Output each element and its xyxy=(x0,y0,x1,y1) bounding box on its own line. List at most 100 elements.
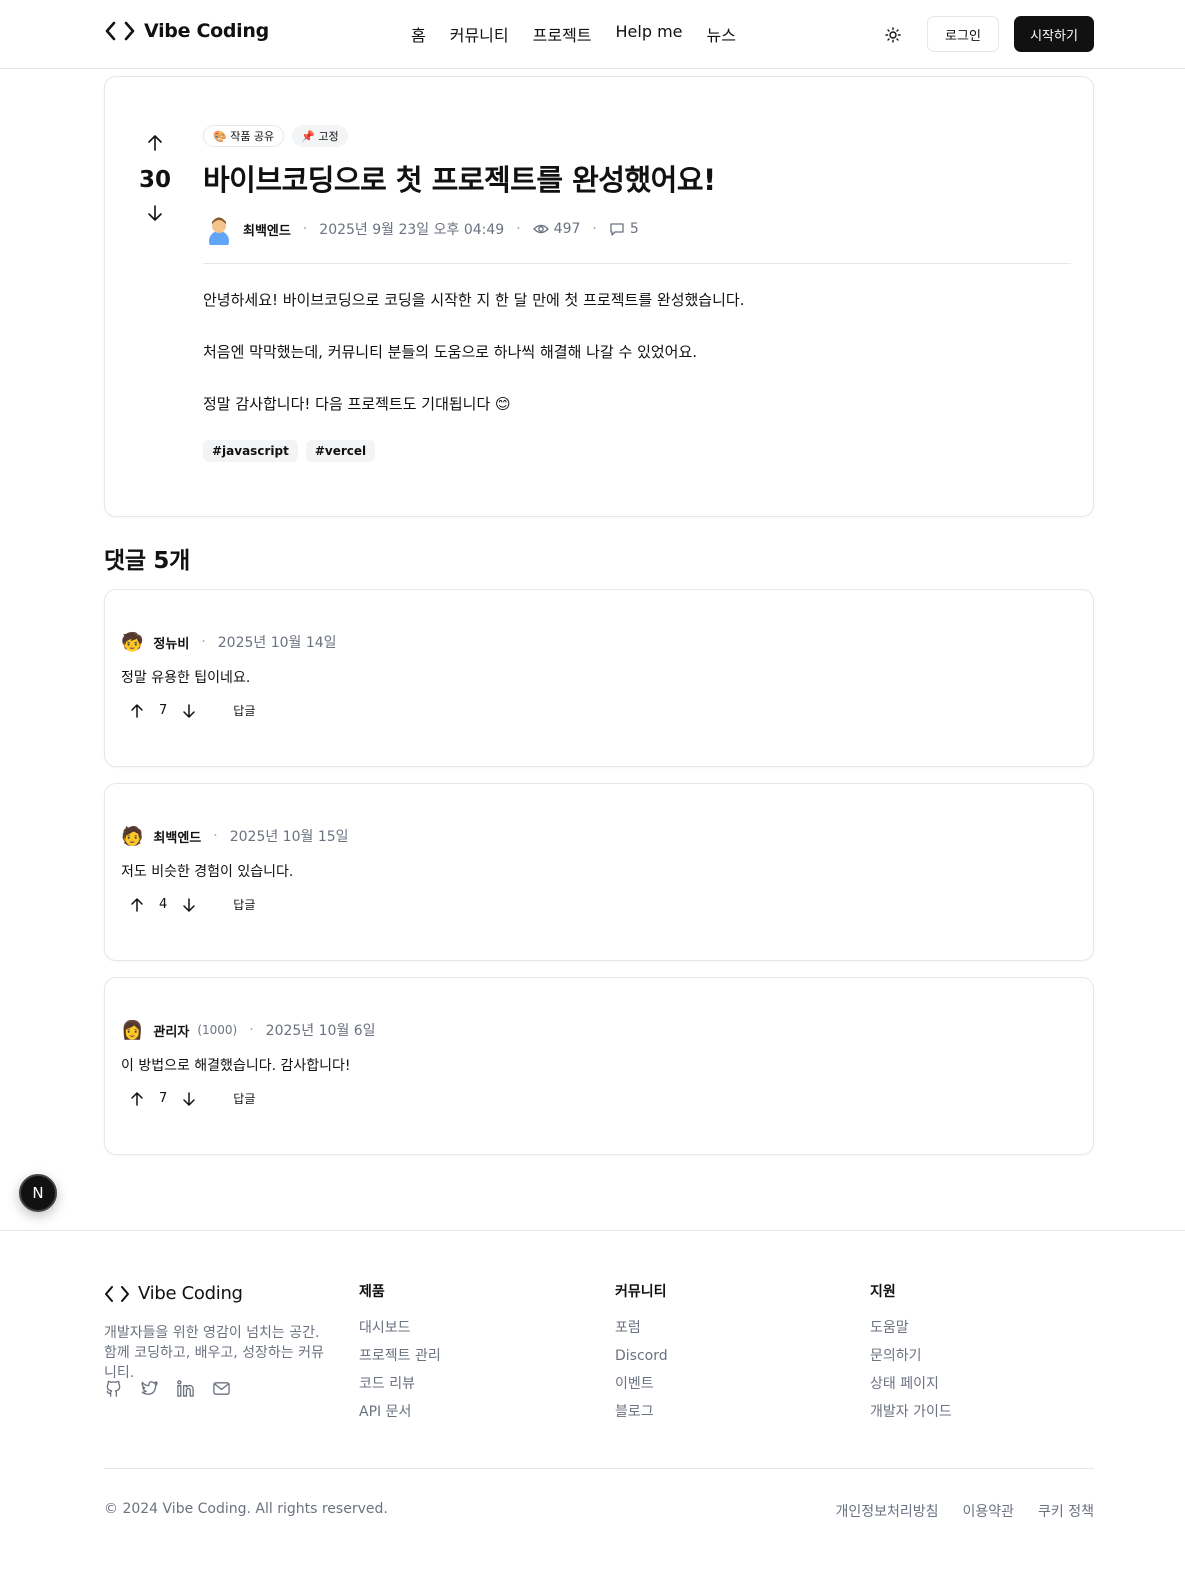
post-comments: 5 xyxy=(609,221,639,237)
comment-card: 👩 관리자 (1000) · 2025년 10월 6일 이 방법으로 해결했습니… xyxy=(104,977,1094,1155)
post-title: 바이브코딩으로 첫 프로젝트를 완성했어요! xyxy=(203,163,716,197)
post-paragraph: 처음엔 막막했는데, 커뮤니티 분들의 도움으로 하나씩 해결해 나갈 수 있었… xyxy=(203,343,698,361)
commenter-name[interactable]: 관리자 xyxy=(153,1021,189,1040)
legal-links: 개인정보처리방침 이용약관 쿠키 정책 xyxy=(835,1501,1094,1521)
comment-actions: 4 답글 xyxy=(129,896,255,913)
post-date: 2025년 9월 23일 오후 04:49 xyxy=(319,222,505,238)
commenter-name[interactable]: 최백엔드 xyxy=(153,827,201,846)
reply-button[interactable]: 답글 xyxy=(233,896,255,913)
linkedin-icon[interactable] xyxy=(176,1379,195,1398)
post-badges: 🎨 작품 공유 📌 고정 xyxy=(203,125,1071,147)
meta-separator: · xyxy=(592,221,597,237)
tag-javascript[interactable]: #javascript xyxy=(203,440,298,462)
downvote-arrow-icon[interactable] xyxy=(181,897,197,913)
footer-link[interactable]: 개발자 가이드 xyxy=(870,1403,952,1422)
nav-community[interactable]: 커뮤니티 xyxy=(450,22,509,46)
upvote-arrow-icon[interactable] xyxy=(145,133,165,153)
footer-link[interactable]: 대시보드 xyxy=(359,1319,441,1338)
view-count: 497 xyxy=(553,221,581,237)
footer-logo[interactable]: Vibe Coding xyxy=(104,1283,243,1304)
footer-column-title: 커뮤니티 xyxy=(615,1284,667,1300)
post-paragraph: 안녕하세요! 바이브코딩으로 코딩을 시작한 지 한 달 만에 첫 프로젝트를 … xyxy=(203,291,745,309)
logo-text: Vibe Coding xyxy=(144,20,269,42)
site-footer: Vibe Coding 개발자들을 위한 영감이 넘치는 공간. 함께 코딩하고… xyxy=(0,1230,1185,1570)
comment-card: 🧒 정뉴비 · 2025년 10월 14일 정말 유용한 팁이네요. 7 답글 xyxy=(104,589,1094,767)
comments-heading: 댓글 5개 xyxy=(104,548,190,574)
nav-help-me[interactable]: Help me xyxy=(616,22,683,46)
get-started-button[interactable]: 시작하기 xyxy=(1014,16,1094,52)
copyright: © 2024 Vibe Coding. All rights reserved. xyxy=(104,1501,388,1517)
comment-text: 정말 유용한 팁이네요. xyxy=(121,670,251,686)
commenter-name[interactable]: 정뉴비 xyxy=(153,633,189,652)
cookie-policy-link[interactable]: 쿠키 정책 xyxy=(1038,1501,1094,1521)
category-badge[interactable]: 🎨 작품 공유 xyxy=(203,125,285,147)
top-header: Vibe Coding 홈 커뮤니티 프로젝트 Help me 뉴스 로그인 시… xyxy=(0,0,1185,69)
footer-link[interactable]: 블로그 xyxy=(615,1403,668,1422)
footer-column-title: 지원 xyxy=(870,1284,896,1300)
mail-icon[interactable] xyxy=(212,1379,231,1398)
nav-news[interactable]: 뉴스 xyxy=(707,22,736,46)
author-avatar[interactable] xyxy=(203,213,235,245)
footer-link[interactable]: 이벤트 xyxy=(615,1375,668,1394)
tag-vercel[interactable]: #vercel xyxy=(305,440,376,462)
upvote-arrow-icon[interactable] xyxy=(129,897,145,913)
nav-home[interactable]: 홈 xyxy=(411,22,426,46)
comment-vote-count: 4 xyxy=(159,897,168,912)
post-author-name[interactable]: 최백엔드 xyxy=(243,220,291,239)
footer-column-product: 제품 대시보드 프로젝트 관리 코드 리뷰 API 문서 xyxy=(359,1281,441,1431)
main-nav: 홈 커뮤니티 프로젝트 Help me 뉴스 xyxy=(411,22,736,46)
login-button[interactable]: 로그인 xyxy=(927,16,999,52)
downvote-arrow-icon[interactable] xyxy=(181,1091,197,1107)
commenter-avatar[interactable]: 🧑 xyxy=(121,826,143,847)
github-icon[interactable] xyxy=(104,1379,123,1398)
comment-actions: 7 답글 xyxy=(129,1090,255,1107)
comment-header: 🧒 정뉴비 · 2025년 10월 14일 xyxy=(121,629,337,655)
twitter-icon[interactable] xyxy=(140,1379,159,1398)
post-vote-count: 30 xyxy=(138,167,171,193)
reply-button[interactable]: 답글 xyxy=(233,702,255,719)
post-tags: #javascript #vercel xyxy=(203,440,1071,462)
comment-bubble-icon xyxy=(610,223,624,236)
post-divider xyxy=(203,263,1071,264)
footer-link[interactable]: 상태 페이지 xyxy=(870,1375,952,1394)
meta-separator: · xyxy=(516,221,521,237)
nav-projects[interactable]: 프로젝트 xyxy=(533,22,592,46)
comment-vote-count: 7 xyxy=(159,1091,168,1106)
commenter-avatar[interactable]: 👩 xyxy=(121,1020,143,1041)
post-body: 🎨 작품 공유 📌 고정 바이브코딩으로 첫 프로젝트를 완성했어요! 최백엔드… xyxy=(203,125,1071,462)
footer-link[interactable]: API 문서 xyxy=(359,1403,441,1422)
post-vote-column: 30 xyxy=(135,133,175,223)
footer-link[interactable]: 프로젝트 관리 xyxy=(359,1347,441,1366)
reply-button[interactable]: 답글 xyxy=(233,1090,255,1107)
upvote-arrow-icon[interactable] xyxy=(129,703,145,719)
footer-link[interactable]: 코드 리뷰 xyxy=(359,1375,441,1394)
comment-date: 2025년 10월 15일 xyxy=(229,829,349,845)
comment-card: 🧑 최백엔드 · 2025년 10월 15일 저도 비슷한 경험이 있습니다. … xyxy=(104,783,1094,961)
footer-column-support: 지원 도움말 문의하기 상태 페이지 개발자 가이드 xyxy=(870,1281,952,1431)
footer-link[interactable]: 문의하기 xyxy=(870,1347,952,1366)
theme-toggle-button[interactable] xyxy=(880,22,906,48)
comment-date: 2025년 10월 6일 xyxy=(265,1023,376,1039)
comment-text: 저도 비슷한 경험이 있습니다. xyxy=(121,864,294,880)
privacy-policy-link[interactable]: 개인정보처리방침 xyxy=(835,1501,938,1521)
post-views: 497 xyxy=(532,221,581,237)
upvote-arrow-icon[interactable] xyxy=(129,1091,145,1107)
footer-logo-text: Vibe Coding xyxy=(138,1283,243,1304)
footer-link[interactable]: 도움말 xyxy=(870,1319,952,1338)
code-brackets-icon xyxy=(105,21,135,41)
comment-text: 이 방법으로 해결했습니다. 감사합니다! xyxy=(121,1058,351,1074)
footer-description: 개발자들을 위한 영감이 넘치는 공간. 함께 코딩하고, 배우고, 성장하는 … xyxy=(104,1325,324,1381)
downvote-arrow-icon[interactable] xyxy=(181,703,197,719)
commenter-avatar[interactable]: 🧒 xyxy=(121,632,143,653)
footer-link[interactable]: 포럼 xyxy=(615,1319,668,1338)
footer-link[interactable]: Discord xyxy=(615,1347,668,1366)
post-paragraph: 정말 감사합니다! 다음 프로젝트도 기대됩니다 😊 xyxy=(203,395,511,413)
terms-link[interactable]: 이용약관 xyxy=(962,1501,1014,1521)
footer-column-title: 제품 xyxy=(359,1284,385,1300)
comment-count: 5 xyxy=(629,221,639,237)
code-brackets-icon xyxy=(105,1285,129,1302)
next-dev-tools-button[interactable]: N xyxy=(19,1174,57,1212)
logo[interactable]: Vibe Coding xyxy=(104,20,269,42)
commenter-level: (1000) xyxy=(197,1023,238,1037)
downvote-arrow-icon[interactable] xyxy=(145,203,165,223)
